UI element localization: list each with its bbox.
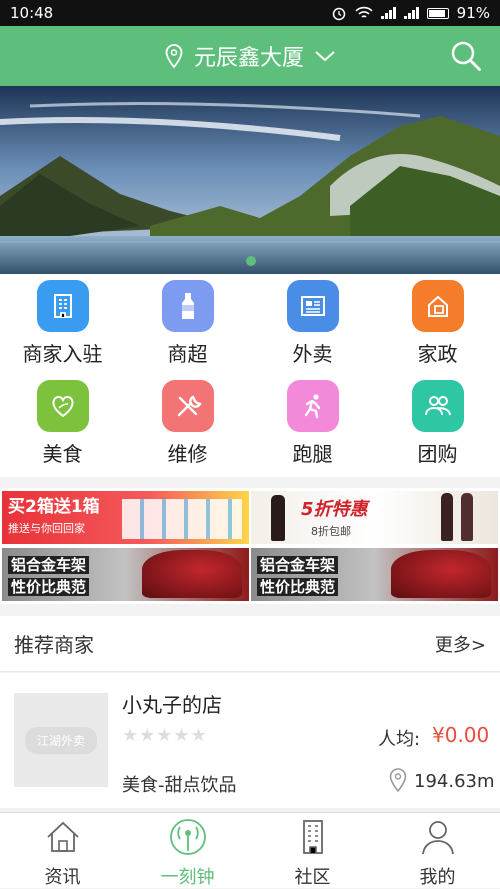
ad-subtext: 性价比典范: [8, 578, 90, 596]
house-cleaning-icon: [411, 280, 464, 332]
signal-tower-icon: [169, 819, 206, 855]
tab-label: 一刻钟: [160, 867, 215, 888]
product-image: [122, 499, 242, 539]
tab-label: 社区: [294, 867, 331, 888]
banner-carousel[interactable]: [0, 86, 500, 274]
wine-bottle-image: [441, 493, 453, 541]
ad-subtext: 推送与你回回家: [8, 522, 85, 535]
category-takeout[interactable]: 外卖: [250, 280, 375, 367]
category-label: 维修: [167, 442, 208, 466]
category-label: 美食: [42, 442, 83, 466]
signal-icon: [380, 7, 396, 19]
stroller-image: [391, 550, 491, 598]
leaf-heart-icon: [36, 380, 89, 432]
location-name: 元辰鑫大厦: [193, 46, 304, 71]
category-label: 商家入驻: [22, 342, 103, 366]
signal-icon: [403, 7, 419, 19]
ad-text: 5折特惠: [301, 499, 368, 520]
average-price-label: 人均:: [378, 729, 421, 750]
location-pin-icon: [165, 44, 183, 69]
tools-icon: [161, 380, 214, 432]
wine-bottle-image: [461, 493, 473, 541]
apartment-building-icon: [302, 820, 323, 854]
wine-bottle-image: [271, 495, 285, 541]
bottom-tab-bar: 资讯 一刻钟 社区 我的: [0, 812, 500, 888]
status-bar: 10:48 91%: [0, 0, 500, 26]
tab-profile[interactable]: 我的: [375, 817, 500, 889]
more-link[interactable]: 更多>: [435, 631, 486, 657]
ad-text: 买2箱送1箱: [8, 497, 100, 517]
bottle-icon: [161, 280, 214, 332]
recommend-title: 推荐商家: [14, 633, 94, 657]
chevron-down-icon: [315, 51, 335, 62]
rating-stars: ★★★★★: [122, 725, 208, 746]
battery-level: 91%: [456, 4, 490, 22]
category-group-buy[interactable]: 团购: [375, 380, 500, 467]
category-label: 跑腿: [292, 442, 333, 466]
category-housekeeping[interactable]: 家政: [375, 280, 500, 367]
banner-landscape-image: [0, 86, 500, 274]
average-price: ¥0.00: [432, 723, 490, 747]
carousel-indicator: [246, 256, 256, 266]
ad-banner-wine[interactable]: 5折特惠 8折包邮: [251, 491, 498, 544]
shop-thumbnail: 江湖外卖: [14, 693, 108, 787]
alarm-icon: [332, 7, 345, 21]
location-selector[interactable]: 元辰鑫大厦: [164, 40, 336, 72]
shop-name: 小丸子的店: [122, 693, 222, 717]
category-label: 外卖: [292, 342, 333, 366]
status-icons: 91%: [331, 4, 490, 22]
status-time: 10:48: [10, 4, 54, 22]
running-man-icon: [286, 380, 339, 432]
category-label: 家政: [417, 342, 458, 366]
ad-subtext: 性价比典范: [257, 578, 339, 596]
shop-card[interactable]: 江湖外卖 小丸子的店 ★★★★★ 人均: ¥0.00 美食-甜点饮品 194.6…: [0, 673, 500, 808]
shop-category: 美食-甜点饮品: [122, 775, 237, 796]
ad-subtext: 8折包邮: [311, 525, 351, 538]
category-supermarket[interactable]: 商超: [125, 280, 250, 367]
category-merchant-join[interactable]: 商家入驻: [0, 280, 125, 367]
tab-quarter-hour[interactable]: 一刻钟: [125, 817, 250, 889]
people-icon: [411, 380, 464, 432]
search-icon[interactable]: [450, 40, 482, 72]
promo-ads: 买2箱送1箱 推送与你回回家 5折特惠 8折包邮 铝合金车架 性价比典范 铝合金…: [0, 488, 500, 604]
category-grid: 商家入驻 商超 外卖 家政 美食 维修 跑腿 团购: [0, 274, 500, 477]
ad-banner-stroller[interactable]: 铝合金车架 性价比典范: [251, 548, 498, 601]
category-label: 商超: [167, 342, 208, 366]
app-header: 元辰鑫大厦: [0, 26, 500, 86]
shop-distance: 194.63m: [414, 771, 495, 792]
ad-banner-tissue[interactable]: 买2箱送1箱 推送与你回回家: [2, 491, 249, 544]
tab-community[interactable]: 社区: [250, 817, 375, 889]
stroller-image: [142, 550, 242, 598]
user-icon: [421, 821, 454, 855]
recommend-header: 推荐商家 更多>: [0, 616, 500, 672]
category-label: 团购: [417, 442, 458, 466]
battery-icon: [426, 7, 449, 19]
tab-news[interactable]: 资讯: [0, 817, 125, 889]
location-pin-icon: [389, 768, 407, 793]
building-icon: [36, 280, 89, 332]
thumbnail-label: 江湖外卖: [24, 726, 97, 754]
house-icon: [46, 821, 79, 852]
ad-text: 铝合金车架: [8, 556, 90, 574]
tab-label: 我的: [419, 867, 456, 888]
newspaper-icon: [286, 280, 339, 332]
ad-banner-stroller[interactable]: 铝合金车架 性价比典范: [2, 548, 249, 601]
category-repair[interactable]: 维修: [125, 380, 250, 467]
ad-text: 铝合金车架: [257, 556, 339, 574]
category-errand[interactable]: 跑腿: [250, 380, 375, 467]
wifi-icon: [355, 6, 373, 18]
tab-label: 资讯: [44, 867, 81, 888]
category-food[interactable]: 美食: [0, 380, 125, 467]
